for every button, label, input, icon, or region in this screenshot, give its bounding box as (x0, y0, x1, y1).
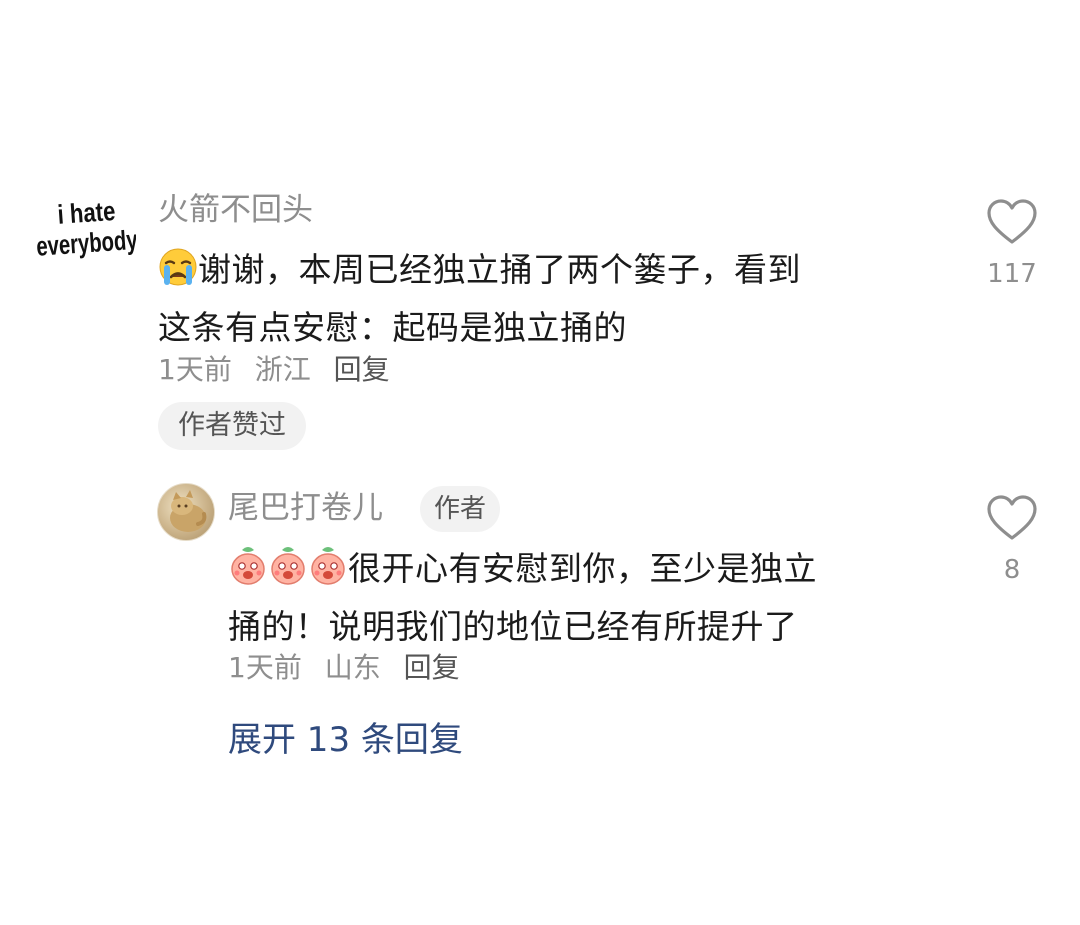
cat-avatar-image (170, 490, 207, 532)
crying-face-icon (158, 247, 198, 302)
comment-location: 浙江 (254, 353, 311, 386)
avatar-text-logo: i hate everybody (35, 197, 139, 263)
like-count: 117 (987, 259, 1037, 289)
peach-emoji-icon (228, 542, 268, 601)
comment-time: 1天前 (158, 353, 232, 386)
reply-like[interactable]: 8 (972, 494, 1052, 586)
heart-icon[interactable] (972, 198, 1052, 250)
peach-emoji-icon (268, 542, 308, 601)
heart-icon[interactable] (972, 494, 1052, 546)
avatar[interactable]: i hate everybody (35, 190, 139, 270)
reply-text-line2: 捅的！说明我们的地位已经有所提升了 (228, 607, 798, 646)
peach-emoji-icon (308, 542, 348, 601)
comment-text: 谢谢，本周已经独立捅了两个篓子，看到 这条有点安慰：起码是独立捅的 (158, 244, 938, 354)
expand-replies-button[interactable]: 展开 13 条回复 (228, 716, 463, 764)
like-count: 8 (1003, 555, 1021, 585)
reply-time: 1天前 (228, 651, 302, 684)
comment-text-line1: 谢谢，本周已经独立捅了两个篓子，看到 (198, 250, 801, 289)
reply-button[interactable]: 回复 (334, 353, 390, 386)
comment-text-line2: 这条有点安慰：起码是独立捅的 (158, 308, 627, 347)
author-badge: 作者 (420, 486, 501, 532)
comment-meta: 1天前 浙江 回复 (158, 352, 404, 388)
comment-like[interactable]: 117 (972, 198, 1052, 290)
reply-location: 山东 (324, 651, 381, 684)
svg-text:i hate: i hate (57, 197, 117, 230)
avatar[interactable] (157, 483, 215, 541)
reply-button[interactable]: 回复 (404, 651, 460, 684)
reply-meta: 1天前 山东 回复 (228, 650, 474, 686)
reply-username[interactable]: 尾巴打卷儿 (228, 488, 383, 528)
author-liked-badge: 作者赞过 (158, 402, 306, 450)
comment-username[interactable]: 火箭不回头 (158, 190, 313, 230)
reply-text-line1: 很开心有安慰到你，至少是独立 (348, 549, 817, 588)
svg-text:everybody: everybody (36, 225, 136, 263)
reply-text: 很开心有安慰到你，至少是独立 捅的！说明我们的地位已经有所提升了 (228, 542, 948, 653)
